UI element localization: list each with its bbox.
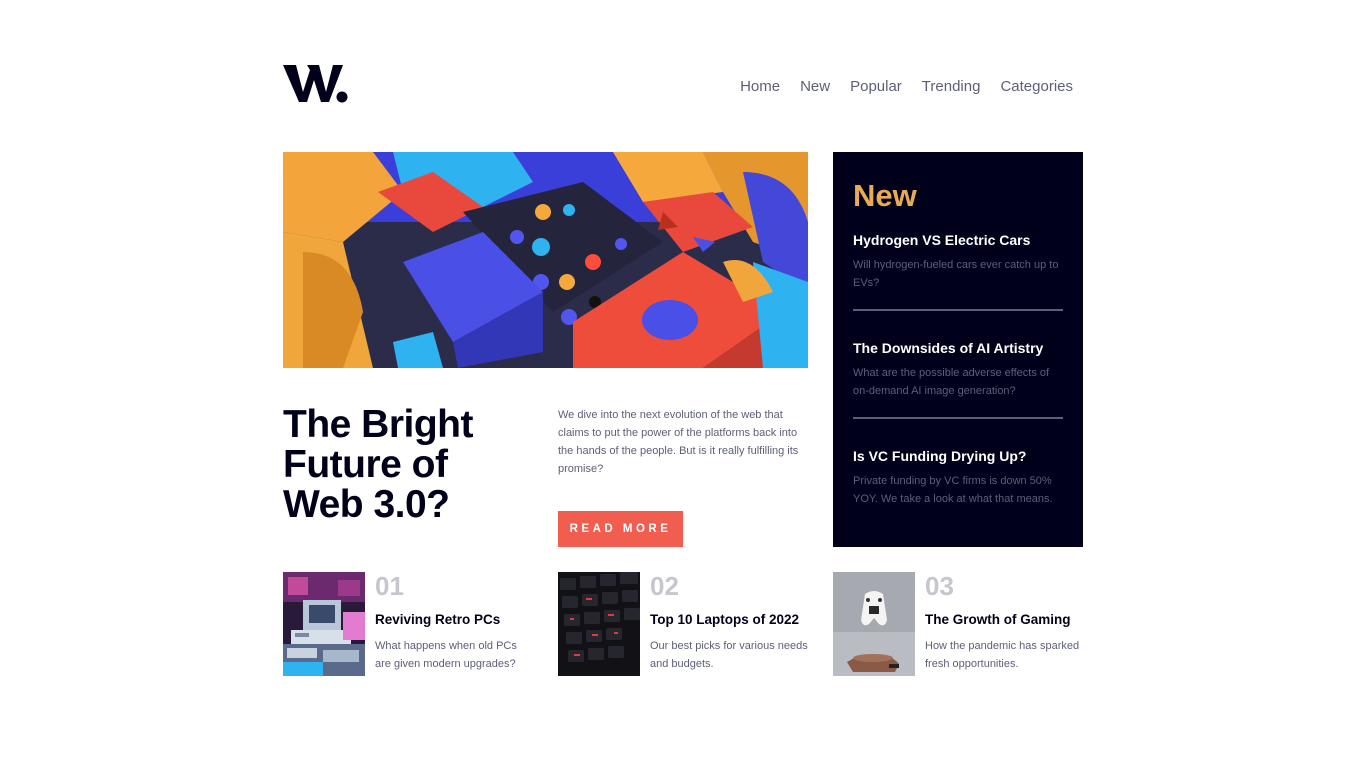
- keyboard-image: [558, 572, 640, 676]
- card-thumbnail: [833, 572, 915, 676]
- card-title[interactable]: Top 10 Laptops of 2022: [650, 611, 799, 629]
- news-item-desc: Private funding by VC firms is down 50% …: [853, 475, 1053, 505]
- card-number: 02: [650, 571, 679, 601]
- nav-popular[interactable]: Popular: [850, 77, 902, 97]
- article-card[interactable]: 02 Top 10 Laptops of 2022 Our best picks…: [558, 572, 808, 676]
- abstract-3d-blocks-image: [283, 152, 808, 368]
- retro-pc-image: [283, 572, 365, 676]
- article-card[interactable]: 01 Reviving Retro PCs What happens when …: [283, 572, 533, 676]
- article-card[interactable]: 03 The Growth of Gaming How the pandemic…: [833, 572, 1083, 676]
- nav-trending[interactable]: Trending: [922, 77, 981, 97]
- nav-home[interactable]: Home: [740, 77, 780, 97]
- logo[interactable]: [283, 62, 349, 104]
- main-nav: Home New Popular Trending Categories: [740, 77, 1073, 97]
- news-item-desc: What are the possible adverse effects of…: [853, 367, 1050, 397]
- news-item-title[interactable]: Is VC Funding Drying Up?: [853, 446, 1063, 466]
- card-title[interactable]: The Growth of Gaming: [925, 611, 1071, 629]
- read-more-button[interactable]: READ MORE: [558, 511, 683, 547]
- news-item-desc: Will hydrogen-fueled cars ever catch up …: [853, 259, 1059, 289]
- news-item[interactable]: Hydrogen VS Electric Cars Will hydrogen-…: [853, 230, 1063, 292]
- new-panel: New Hydrogen VS Electric Cars Will hydro…: [833, 152, 1083, 547]
- card-title[interactable]: Reviving Retro PCs: [375, 611, 500, 629]
- new-panel-title: New: [853, 178, 917, 213]
- hero-lede: We dive into the next evolution of the w…: [558, 409, 799, 475]
- card-desc: How the pandemic has sparked fresh oppor…: [925, 640, 1080, 670]
- nav-new[interactable]: New: [800, 77, 830, 97]
- card-number: 01: [375, 571, 404, 601]
- news-item[interactable]: The Downsides of AI Artistry What are th…: [853, 338, 1063, 400]
- news-item-title[interactable]: The Downsides of AI Artistry: [853, 338, 1063, 358]
- divider: [853, 309, 1063, 311]
- hero-image: [283, 152, 808, 368]
- card-thumbnail: [558, 572, 640, 676]
- card-desc: What happens when old PCs are given mode…: [375, 640, 517, 670]
- card-number: 03: [925, 571, 954, 601]
- hero-headline: The Bright Future of Web 3.0?: [283, 403, 473, 526]
- news-item-title[interactable]: Hydrogen VS Electric Cars: [853, 230, 1063, 250]
- news-item[interactable]: Is VC Funding Drying Up? Private funding…: [853, 446, 1063, 508]
- card-thumbnail: [283, 572, 365, 676]
- game-controller-image: [833, 572, 915, 676]
- nav-categories[interactable]: Categories: [1000, 77, 1073, 97]
- divider: [853, 417, 1063, 419]
- card-desc: Our best picks for various needs and bud…: [650, 640, 808, 670]
